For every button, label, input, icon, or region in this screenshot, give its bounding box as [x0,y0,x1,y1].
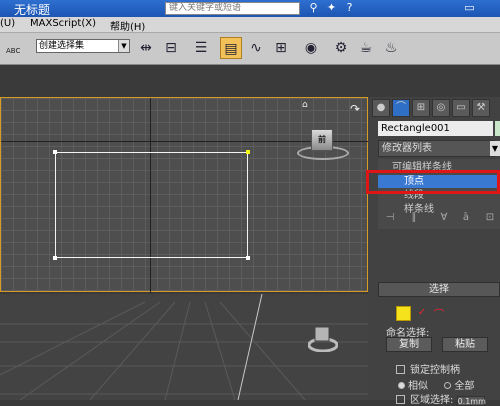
viewcube[interactable]: 前 [311,129,333,151]
home-icon[interactable]: ⌂ [302,100,308,110]
lock-handles-label: 锁定控制柄 [410,365,460,376]
tab-hierarchy[interactable]: ⊞ [412,99,430,117]
vertex-handle[interactable] [53,150,57,154]
area-selection-row: 区域选择: 0.1mm [396,391,486,406]
binoculars-icon[interactable]: ⚲ [306,1,321,15]
align-icon[interactable]: ⊟ [160,37,182,59]
help-icon[interactable]: ? [342,1,357,15]
search-input[interactable]: 键入关键字或短语 [165,2,300,15]
configure-sets-icon[interactable]: ⊡ [482,211,498,225]
selection-set-label: 创建选择集 [39,41,85,51]
stack-toolbar: ⊣ ∥ ∀ ā ⊡ [378,211,500,227]
material-editor-icon[interactable]: ◉ [300,37,322,59]
command-panel: ● ⌒ ⊞ ◎ ▭ ⚒ Rectangle001 修改器列表 ▼ 可编辑样条线 … [368,97,500,406]
menu-bar: (U) MAXScript(X) 帮助(H) [0,17,500,33]
show-end-result-icon[interactable]: ∥ [406,211,422,225]
curve-editor-icon[interactable]: ∿ [245,37,267,59]
menu-item-u[interactable]: (U) [0,18,15,29]
remove-modifier-icon[interactable]: ā [458,211,474,225]
abc-label: ABC [6,47,21,55]
tab-create[interactable]: ● [372,99,390,117]
menu-item-maxscript[interactable]: MAXScript(X) [30,18,96,29]
rectangle-spline[interactable] [55,152,248,258]
vertex-handle[interactable] [53,256,57,260]
lock-handles-checkbox[interactable]: 锁定控制柄 [396,361,460,376]
modifier-list-dropdown[interactable]: 修改器列表 ▼ [378,140,500,157]
minimize-icon[interactable]: ▭ [462,1,477,15]
window-title: 无标题 [14,3,51,17]
rotate-icon[interactable]: ↷ [350,102,360,116]
chevron-down-icon: ▼ [490,141,500,156]
spline-level-button[interactable]: ⌒ [432,306,446,321]
viewcube-perspective-icon[interactable] [308,322,338,352]
layer-icon[interactable]: ☰ [190,37,212,59]
pin-stack-icon[interactable]: ⊣ [382,211,398,225]
make-unique-icon[interactable]: ∀ [436,211,452,225]
segment-level-button[interactable]: ✓ [416,307,428,319]
object-color-swatch[interactable] [495,121,500,136]
render-icon[interactable]: ♨ [380,37,402,59]
tab-display[interactable]: ▭ [452,99,470,117]
red-highlight-box [366,170,500,194]
render-setup-icon[interactable]: ⚙ [330,37,352,59]
object-name-field[interactable]: Rectangle001 [378,121,493,136]
copy-button[interactable]: 复制 [386,337,432,352]
area-selection-spinner[interactable]: 0.1mm [456,396,486,406]
handle-mode-radio-group: 相似 全部 [398,377,474,392]
menu-item-help[interactable]: 帮助(H) [110,18,145,33]
scene-explorer-icon[interactable]: ▤ [220,37,242,59]
mirror-icon[interactable]: ⇹ [135,37,157,59]
chevron-down-icon: ▼ [118,40,129,52]
star-icon[interactable]: ✦ [324,1,339,15]
schematic-icon[interactable]: ⊞ [270,37,292,59]
tab-modify[interactable]: ⌒ [392,99,410,117]
title-bar: 无标题 键入关键字或短语 ⚲ ✦ ? ▭ [0,0,500,17]
paste-button[interactable]: 粘贴 [442,337,488,352]
selection-set-dropdown[interactable]: 创建选择集 ▼ [36,39,130,53]
vertex-level-button[interactable] [396,306,411,321]
area-selection-label: 区域选择: [410,395,454,406]
alike-radio[interactable] [398,382,405,389]
checkbox[interactable] [396,365,405,374]
all-radio[interactable] [444,382,452,389]
vertex-handle[interactable] [246,256,250,260]
selection-rollout-header[interactable]: 选择 [378,282,500,297]
tab-motion[interactable]: ◎ [432,99,450,117]
vertex-handle-selected[interactable] [246,150,250,154]
tab-utilities[interactable]: ⚒ [472,99,490,117]
top-viewport[interactable]: 前 ⌂ ↷ [0,97,369,293]
modifier-list-label: 修改器列表 [382,143,432,154]
render-frame-icon[interactable]: ☕ [355,37,377,59]
main-toolbar: ABC 创建选择集 ▼ ⇹ ⊟ ☰ ▤ ∿ ⊞ ◉ ⚙ ☕ ♨ [0,33,500,65]
